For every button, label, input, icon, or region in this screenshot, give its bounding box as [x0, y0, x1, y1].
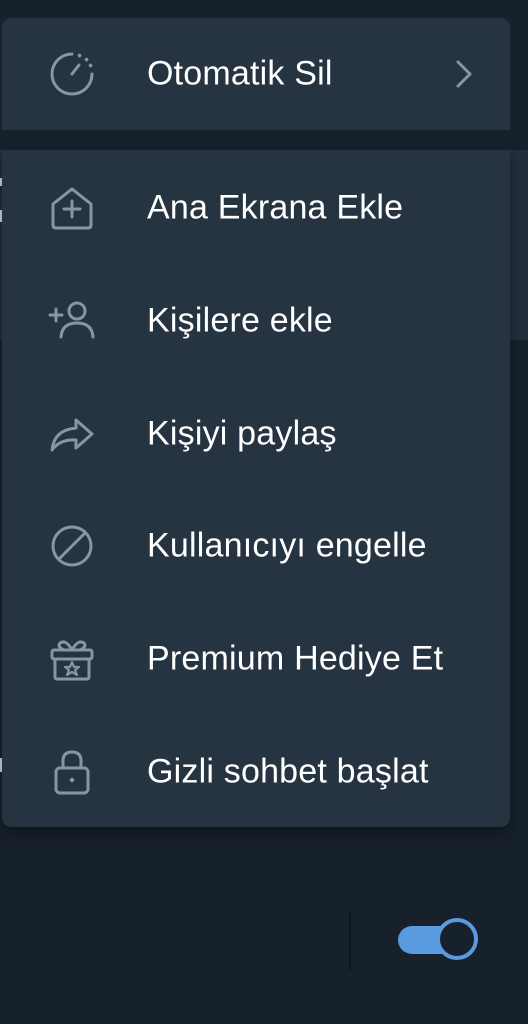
menu-item-label: Kullanıcıyı engelle — [147, 526, 427, 565]
home-add-icon — [46, 182, 98, 234]
menu-item-label: Premium Hediye Et — [147, 639, 444, 678]
menu-item-add-contact[interactable]: Kişilere ekle — [2, 265, 510, 377]
menu-item-label: Ana Ekrana Ekle — [147, 188, 404, 227]
timer-icon — [46, 48, 98, 100]
share-icon — [46, 408, 98, 460]
menu-item-label: Otomatik Sil — [147, 54, 333, 93]
menu-item-share-contact[interactable]: Kişiyi paylaş — [2, 378, 510, 490]
settings-toggle[interactable] — [398, 917, 480, 963]
popup-menu-header: Otomatik Sil — [2, 18, 510, 130]
menu-item-label: Kişilere ekle — [147, 301, 333, 340]
chevron-right-icon — [452, 56, 476, 92]
menu-item-label: Kişiyi paylaş — [147, 414, 337, 453]
menu-item-label: Gizli sohbet başlat — [147, 752, 429, 791]
vertical-divider — [349, 912, 351, 970]
menu-item-secret-chat[interactable]: Gizli sohbet başlat — [2, 716, 510, 828]
menu-item-block-user[interactable]: Kullanıcıyı engelle — [2, 490, 510, 602]
menu-item-auto-delete[interactable]: Otomatik Sil — [2, 18, 510, 130]
popup-menu: Ana Ekrana Ekle Kişilere ekle Kişiyi pay… — [2, 150, 510, 827]
block-icon — [46, 520, 98, 572]
menu-item-add-to-home[interactable]: Ana Ekrana Ekle — [2, 152, 510, 264]
menu-item-gift-premium[interactable]: Premium Hediye Et — [2, 603, 510, 715]
gift-icon — [46, 633, 98, 685]
add-contact-icon — [46, 295, 98, 347]
toggle-knob — [436, 918, 478, 960]
lock-icon — [46, 746, 98, 798]
